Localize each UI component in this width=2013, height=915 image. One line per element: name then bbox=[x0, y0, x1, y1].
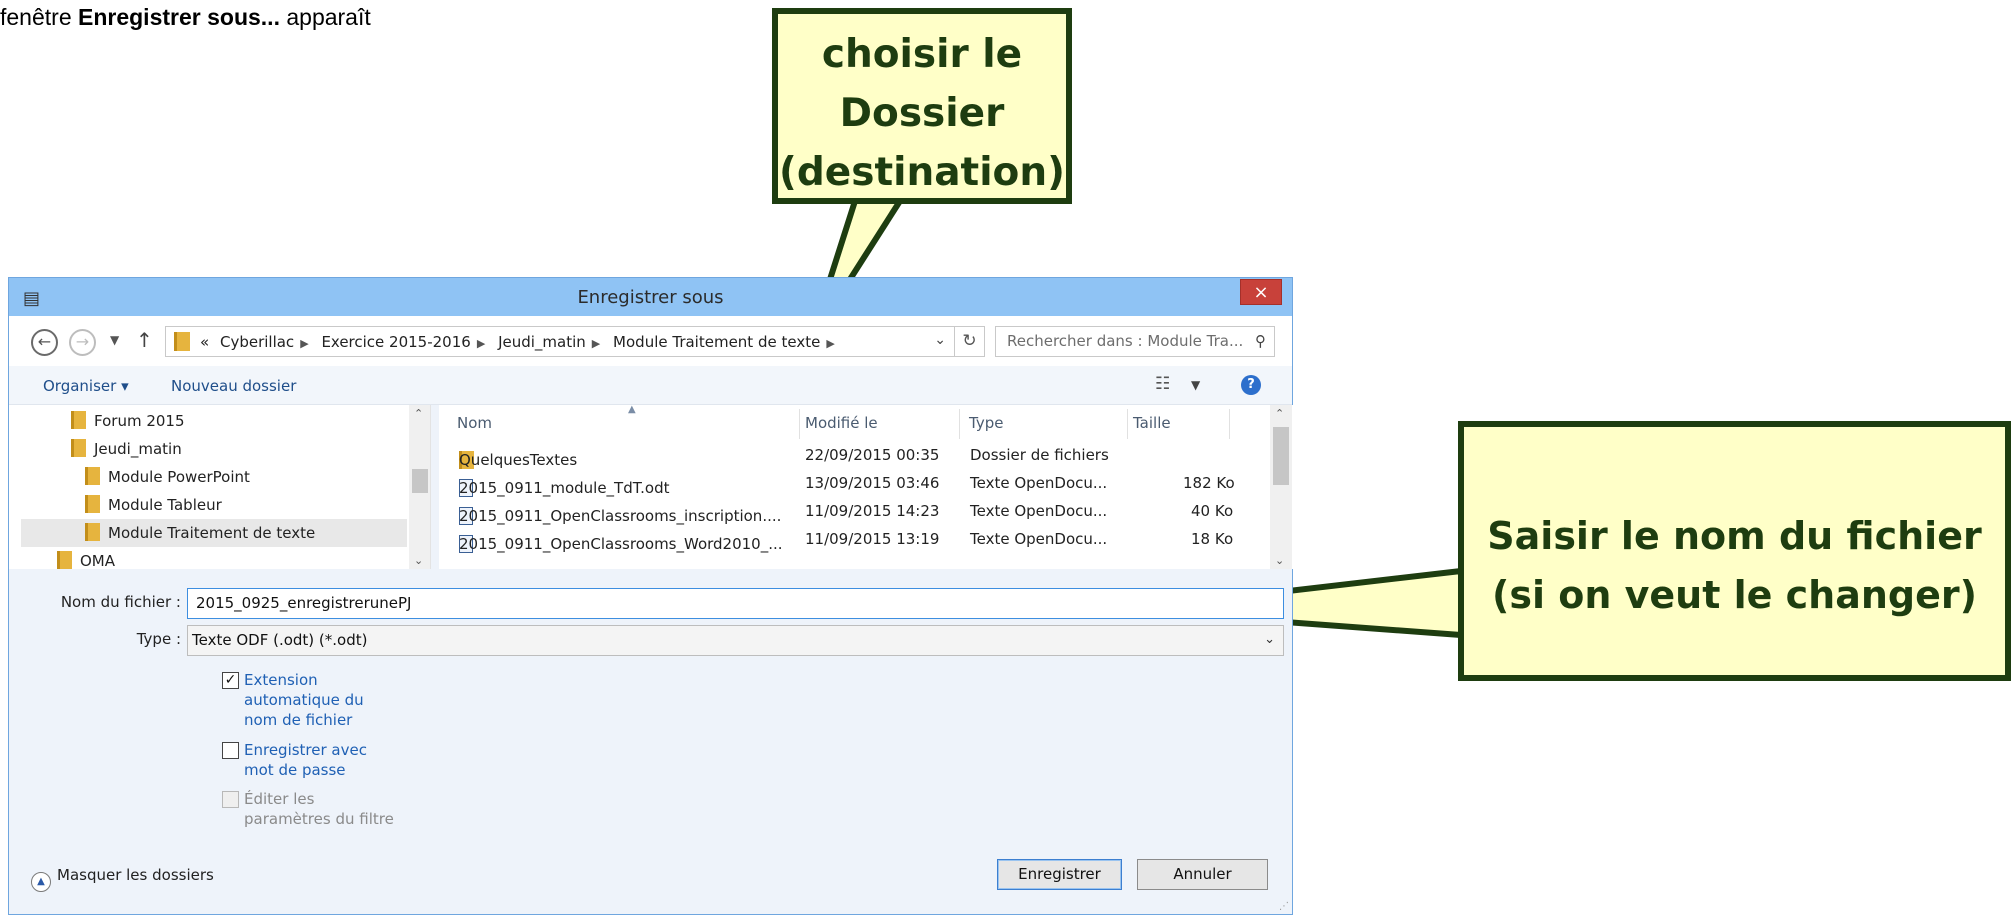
tree-item[interactable]: Module PowerPoint bbox=[85, 463, 250, 491]
file-list-scrollbar[interactable]: ⌃ ⌄ bbox=[1270, 405, 1292, 569]
folder-callout-line: choisir le bbox=[821, 32, 1023, 77]
breadcrumb-item[interactable]: Jeudi_matin bbox=[498, 333, 586, 351]
close-button[interactable]: × bbox=[1240, 279, 1282, 305]
breadcrumb-overflow[interactable]: « bbox=[200, 333, 209, 351]
help-icon[interactable]: ? bbox=[1241, 375, 1261, 395]
collapse-up-icon[interactable]: ▲ bbox=[31, 872, 51, 892]
column-header-name[interactable]: Nom bbox=[457, 414, 492, 432]
filename-callout: Saisir le nom du fichier (si on veut le … bbox=[1458, 421, 2011, 681]
recent-locations-chevron-icon[interactable]: ▼ bbox=[110, 333, 119, 347]
file-list: ▲ Nom Modifié le Type Taille QuelquesTex… bbox=[439, 405, 1294, 569]
breadcrumb: « Cyberillac ▶ Exercice 2015-2016 ▶ Jeudi_… bbox=[200, 333, 843, 351]
folder-tree: Forum 2015 Jeudi_matin Module PowerPoint… bbox=[9, 405, 431, 569]
organize-menu[interactable]: Organiser ▾ bbox=[43, 377, 129, 395]
view-dropdown-icon[interactable]: ▼ bbox=[1191, 378, 1200, 392]
column-header-date[interactable]: Modifié le bbox=[805, 414, 878, 432]
scroll-down-icon[interactable]: ⌄ bbox=[414, 554, 423, 567]
folder-icon bbox=[174, 332, 190, 351]
up-arrow-icon[interactable]: ↑ bbox=[136, 328, 153, 352]
breadcrumb-item[interactable]: Exercice 2015-2016 bbox=[321, 333, 470, 351]
tree-scroll-thumb[interactable] bbox=[412, 469, 428, 493]
address-bar[interactable]: « Cyberillac ▶ Exercice 2015-2016 ▶ Jeudi_… bbox=[165, 326, 955, 357]
page-caption: fenêtre Enregistrer sous... apparaît bbox=[0, 4, 371, 30]
cancel-button[interactable]: Annuler bbox=[1137, 859, 1268, 890]
folder-icon bbox=[71, 439, 86, 457]
address-dropdown-icon[interactable]: ⌄ bbox=[934, 332, 946, 348]
table-row[interactable]: 2015_0911_module_TdT.odt 13/09/2015 03:4… bbox=[439, 469, 1271, 497]
tree-item-selected[interactable]: Module Traitement de texte bbox=[21, 519, 407, 547]
breadcrumb-item[interactable]: Module Traitement de texte bbox=[613, 333, 820, 351]
search-input[interactable]: Rechercher dans : Module Tra... ⚲ bbox=[995, 326, 1275, 357]
scroll-down-icon[interactable]: ⌄ bbox=[1275, 554, 1284, 567]
folder-icon bbox=[85, 523, 100, 541]
chevron-right-icon[interactable]: ▶ bbox=[592, 337, 600, 350]
checkbox-checked-icon[interactable]: ✓ bbox=[222, 672, 239, 689]
chevron-right-icon[interactable]: ▶ bbox=[826, 337, 834, 350]
table-row[interactable]: 2015_0911_OpenClassrooms_Word2010_... 11… bbox=[439, 525, 1271, 553]
back-arrow-icon[interactable]: ← bbox=[31, 329, 58, 356]
filename-callout-line: (si on veut le changer) bbox=[1491, 573, 1977, 617]
column-header-type[interactable]: Type bbox=[969, 414, 1003, 432]
tree-item[interactable]: Jeudi_matin bbox=[71, 435, 182, 463]
view-options-icon[interactable]: ☷ bbox=[1155, 374, 1170, 394]
resize-grip-icon[interactable]: ⋰ bbox=[1279, 901, 1289, 912]
tree-scrollbar[interactable]: ⌃ ⌄ bbox=[409, 405, 430, 569]
type-label: Type : bbox=[136, 630, 181, 648]
column-header-size[interactable]: Taille bbox=[1133, 414, 1171, 432]
breadcrumb-item[interactable]: Cyberillac bbox=[220, 333, 294, 351]
tree-item[interactable]: Module Tableur bbox=[85, 491, 222, 519]
scroll-up-icon[interactable]: ⌃ bbox=[414, 407, 423, 420]
chevron-right-icon[interactable]: ▶ bbox=[477, 337, 485, 350]
folder-icon bbox=[85, 467, 100, 485]
filter-settings-label: Éditer les paramètres du filtre bbox=[244, 790, 394, 828]
checkbox-disabled-icon bbox=[222, 791, 239, 808]
folder-icon bbox=[85, 495, 100, 513]
caption-dialog-name: Enregistrer sous... bbox=[78, 4, 280, 30]
hide-folders-toggle[interactable]: ▲ Masquer les dossiers bbox=[31, 866, 214, 892]
file-type-select[interactable]: Texte ODF (.odt) (*.odt) ⌄ bbox=[187, 625, 1284, 656]
save-button[interactable]: Enregistrer bbox=[997, 859, 1122, 890]
column-divider bbox=[1127, 409, 1128, 439]
tree-item[interactable]: OMA bbox=[57, 547, 115, 569]
column-divider bbox=[799, 409, 800, 439]
chevron-right-icon[interactable]: ▶ bbox=[300, 337, 308, 350]
table-row[interactable]: 2015_0911_OpenClassrooms_inscription....… bbox=[439, 497, 1271, 525]
new-folder-button[interactable]: Nouveau dossier bbox=[171, 377, 296, 395]
filename-label: Nom du fichier : bbox=[60, 593, 181, 611]
refresh-icon[interactable]: ↻ bbox=[955, 326, 985, 357]
scroll-up-icon[interactable]: ⌃ bbox=[1275, 407, 1284, 420]
search-icon[interactable]: ⚲ bbox=[1255, 332, 1266, 350]
folder-icon bbox=[57, 551, 72, 569]
chevron-down-icon[interactable]: ⌄ bbox=[1264, 632, 1275, 647]
tree-item[interactable]: Forum 2015 bbox=[71, 407, 185, 435]
save-as-dialog: ▤ Enregistrer sous × ← → ▼ ↑ « Cyberilla… bbox=[8, 277, 1294, 915]
navigation-bar: ← → ▼ ↑ « Cyberillac ▶ Exercice 2015-2016… bbox=[9, 316, 1292, 366]
file-list-scroll-thumb[interactable] bbox=[1273, 427, 1289, 485]
command-bar: Organiser ▾ Nouveau dossier ☷ ▼ ? bbox=[9, 366, 1292, 405]
folder-callout-line: (destination) bbox=[779, 150, 1065, 195]
folder-callout-line: Dossier bbox=[839, 91, 1005, 136]
titlebar: ▤ Enregistrer sous × bbox=[9, 278, 1292, 316]
auto-extension-label[interactable]: Extension automatique du nom de fichier bbox=[244, 670, 399, 730]
checkbox-unchecked-icon[interactable] bbox=[222, 742, 239, 759]
column-divider bbox=[959, 409, 960, 439]
password-label[interactable]: Enregistrer avec mot de passe bbox=[244, 740, 399, 780]
forward-arrow-icon[interactable]: → bbox=[69, 329, 96, 356]
sort-ascending-icon: ▲ bbox=[628, 405, 636, 415]
filename-callout-line: Saisir le nom du fichier bbox=[1487, 514, 1982, 558]
dialog-title: Enregistrer sous bbox=[577, 287, 724, 308]
filename-input[interactable]: 2015_0925_enregistrerunePJ bbox=[187, 588, 1284, 619]
folder-callout: choisir le Dossier (destination) bbox=[772, 8, 1072, 204]
table-row[interactable]: QuelquesTextes 22/09/2015 00:35 Dossier … bbox=[439, 441, 1271, 469]
column-divider bbox=[1229, 409, 1230, 439]
folder-icon bbox=[71, 411, 86, 429]
